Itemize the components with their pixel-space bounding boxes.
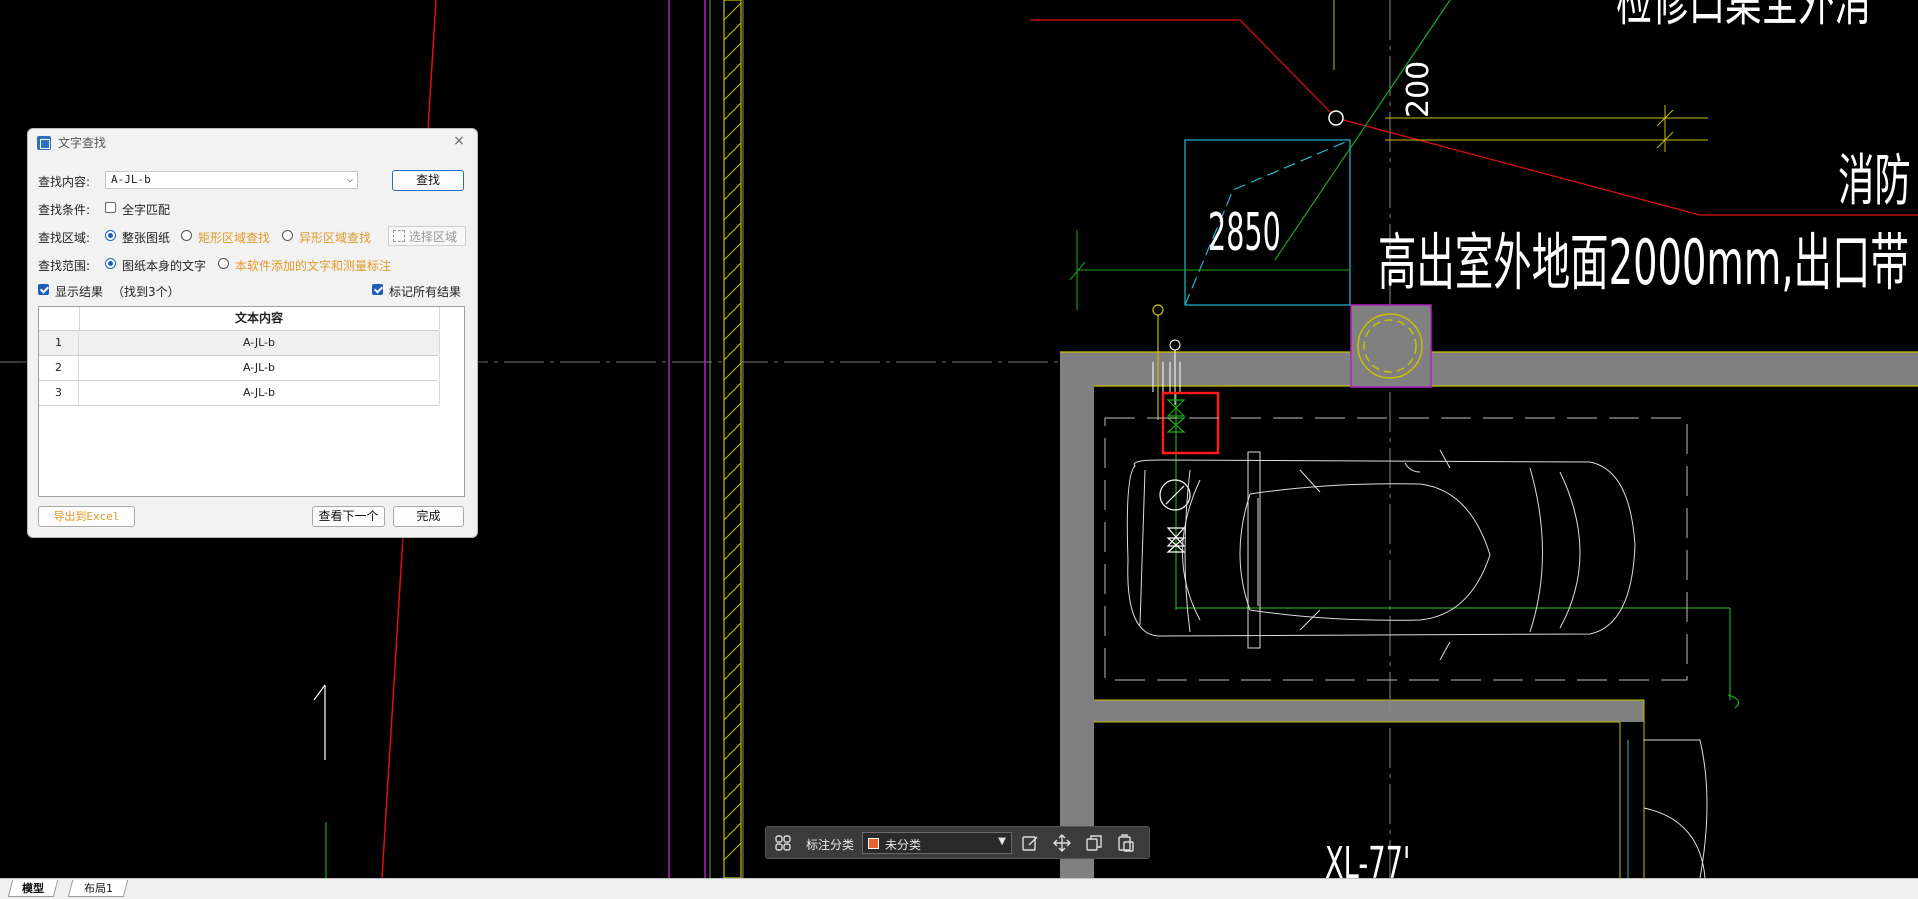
chevron-down-icon[interactable]: ⌵: [347, 172, 353, 188]
table-row[interactable]: 2 A-JL-b: [39, 356, 440, 381]
area-label: 查找区域:: [38, 231, 91, 245]
done-button[interactable]: 完成: [393, 506, 464, 527]
chevron-down-icon: ▼: [998, 836, 1006, 847]
radio-irregular-area[interactable]: [282, 230, 293, 241]
search-button[interactable]: 查找: [392, 170, 464, 191]
drawing-text-top: 检修口集全外消: [1616, 0, 1871, 34]
condition-label: 查找条件:: [38, 203, 91, 217]
mark-all-label: 标记所有结果: [389, 285, 462, 299]
row-number: 1: [39, 331, 79, 355]
paste-icon[interactable]: [1117, 834, 1135, 852]
search-input-value: A-JL-b: [111, 173, 151, 186]
area-option-irregular: 异形区域查找: [299, 231, 372, 245]
text-search-dialog: 文字查找 × 查找内容: A-JL-b ⌵ 查找 查找条件: 全字匹配 查找区域…: [27, 128, 478, 538]
category-color-swatch: [868, 838, 879, 849]
scope-option-drawing: 图纸本身的文字: [122, 259, 207, 273]
scope-option-added: 本软件添加的文字和测量标注: [235, 259, 392, 273]
tab-model-label: 模型: [22, 882, 44, 895]
export-excel-button[interactable]: 导出到Excel: [38, 506, 135, 527]
row-text: A-JL-b: [79, 356, 440, 380]
select-area-label: 选择区域: [409, 230, 458, 244]
dim-200-text: 200: [1401, 61, 1436, 118]
view-next-button[interactable]: 查看下一个: [312, 506, 385, 527]
whole-word-checkbox[interactable]: [105, 202, 116, 213]
scope-label: 查找范围:: [38, 259, 91, 273]
dialog-titlebar[interactable]: 文字查找 ×: [28, 129, 477, 155]
tab-layout1-label: 布局1: [83, 882, 113, 895]
layout-tabs-bar: 模型 布局1: [0, 878, 1918, 899]
table-row[interactable]: 3 A-JL-b: [39, 381, 440, 406]
dim-2850-text: 2850: [1208, 202, 1281, 263]
area-option-whole: 整张图纸: [122, 231, 171, 245]
edit-icon[interactable]: [1021, 834, 1039, 852]
drawing-text-fire: 消防: [1838, 149, 1911, 214]
select-area-icon: [393, 230, 405, 242]
annotation-toolbar: 标注分类 未分类 ▼: [765, 826, 1150, 859]
whole-word-label: 全字匹配: [122, 203, 171, 217]
search-input[interactable]: A-JL-b ⌵: [105, 171, 358, 189]
show-results-checkbox[interactable]: [38, 284, 49, 295]
search-label: 查找内容:: [38, 175, 91, 189]
row-text: A-JL-b: [79, 381, 440, 405]
radio-whole-drawing[interactable]: [105, 230, 116, 241]
drawing-text-bottom: XL-77': [1325, 837, 1410, 878]
area-option-rect: 矩形区域查找: [198, 231, 271, 245]
show-results-label: 显示结果: [55, 285, 104, 299]
radio-rect-area[interactable]: [181, 230, 192, 241]
table-row[interactable]: 1 A-JL-b: [39, 331, 440, 356]
select-area-button[interactable]: 选择区域: [388, 226, 466, 246]
header-text-content: 文本内容: [79, 307, 440, 330]
category-value: 未分类: [885, 838, 922, 852]
move-icon[interactable]: [1053, 834, 1071, 852]
app-icon: [37, 136, 51, 150]
tab-layout1[interactable]: 布局1: [67, 880, 129, 897]
category-select[interactable]: 未分类 ▼: [862, 832, 1012, 854]
drawing-text-note: 高出室外地面2000mm,出口带: [1378, 228, 1909, 300]
header-index-cell: [39, 307, 80, 330]
dialog-title: 文字查找: [58, 136, 107, 150]
radio-scope-added-text[interactable]: [218, 258, 229, 269]
category-label: 标注分类: [806, 838, 855, 852]
mark-all-checkbox[interactable]: [372, 284, 383, 295]
row-number: 3: [39, 381, 79, 405]
radio-scope-drawing-text[interactable]: [105, 258, 116, 269]
copy-icon[interactable]: [1085, 834, 1103, 852]
grid-icon[interactable]: [774, 834, 792, 852]
close-icon[interactable]: ×: [449, 131, 469, 151]
results-table: 文本内容 1 A-JL-b 2 A-JL-b 3 A-JL-b: [38, 306, 465, 497]
tab-model[interactable]: 模型: [7, 880, 59, 897]
row-text: A-JL-b: [79, 331, 440, 355]
found-count: （找到3个）: [112, 285, 180, 299]
table-header: 文本内容: [39, 307, 440, 331]
row-number: 2: [39, 356, 79, 380]
